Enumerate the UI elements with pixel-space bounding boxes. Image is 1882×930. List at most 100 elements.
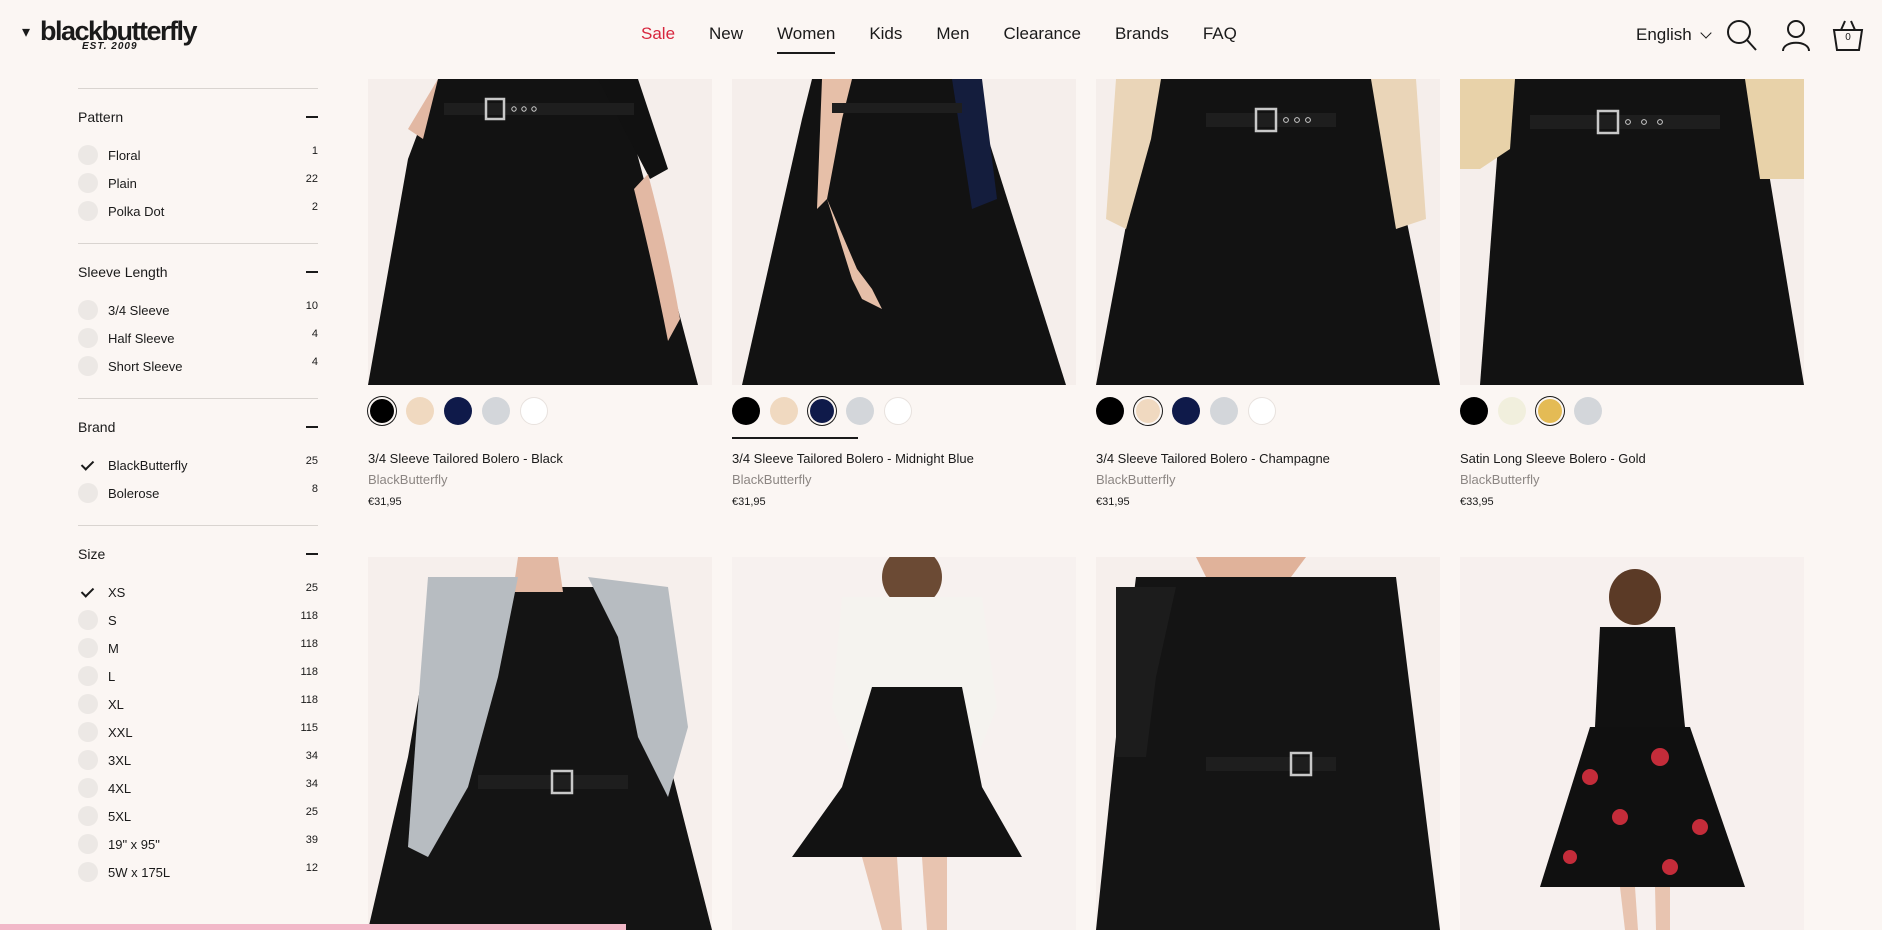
swatch-grey[interactable]	[1574, 397, 1602, 425]
filter-option[interactable]: XL 118	[78, 690, 318, 718]
swatch-cream[interactable]	[1498, 397, 1526, 425]
site-logo[interactable]: ▾ blackbutterfly EST. 2009	[22, 16, 222, 56]
search-icon[interactable]	[1726, 18, 1758, 52]
filter-option[interactable]: M 118	[78, 634, 318, 662]
collapse-icon[interactable]	[306, 426, 318, 428]
product-image[interactable]	[1460, 557, 1804, 930]
checkbox[interactable]	[78, 145, 98, 165]
checkbox[interactable]	[78, 834, 98, 854]
checkbox[interactable]	[78, 694, 98, 714]
product-card[interactable]	[1096, 557, 1440, 930]
checkbox[interactable]	[78, 201, 98, 221]
nav-men[interactable]: Men	[936, 24, 969, 52]
checkbox[interactable]	[78, 300, 98, 320]
checkbox[interactable]	[78, 638, 98, 658]
swatch-grey[interactable]	[1210, 397, 1238, 425]
swatch-champagne[interactable]	[770, 397, 798, 425]
swatch-white[interactable]	[520, 397, 548, 425]
filter-header-brand[interactable]: Brand	[78, 417, 318, 437]
filter-option[interactable]: Polka Dot 2	[78, 197, 318, 225]
filter-option[interactable]: Floral 1	[78, 141, 318, 169]
collapse-icon[interactable]	[306, 116, 318, 118]
product-card[interactable]: 3/4 Sleeve Tailored Bolero - Champagne B…	[1096, 79, 1440, 508]
nav-sale[interactable]: Sale	[641, 24, 675, 52]
swatch-gold[interactable]	[1538, 399, 1562, 423]
swatch-midnight-blue[interactable]	[444, 397, 472, 425]
product-card[interactable]: Satin Long Sleeve Bolero - Gold BlackBut…	[1460, 79, 1804, 508]
product-name[interactable]: 3/4 Sleeve Tailored Bolero - Champagne	[1096, 451, 1440, 466]
filter-option[interactable]: Plain 22	[78, 169, 318, 197]
swatch-grey[interactable]	[482, 397, 510, 425]
language-selector[interactable]: English	[1636, 25, 1712, 45]
filter-option-label: S	[108, 612, 117, 628]
filter-option[interactable]: 3/4 Sleeve 10	[78, 296, 318, 324]
filter-header-size[interactable]: Size	[78, 544, 318, 564]
product-card[interactable]: 3/4 Sleeve Tailored Bolero - Midnight Bl…	[732, 79, 1076, 508]
checkbox[interactable]	[78, 750, 98, 770]
product-image[interactable]	[1096, 557, 1440, 930]
filter-option[interactable]: XS 25	[78, 578, 318, 606]
filter-option[interactable]: 19" x 95" 39	[78, 830, 318, 858]
filter-option[interactable]: Half Sleeve 4	[78, 324, 318, 352]
checkbox[interactable]	[78, 862, 98, 882]
nav-kids[interactable]: Kids	[869, 24, 902, 52]
swatch-champagne[interactable]	[1136, 399, 1160, 423]
filter-option[interactable]: 3XL 34	[78, 746, 318, 774]
product-image[interactable]	[732, 79, 1076, 385]
swatch-black[interactable]	[1460, 397, 1488, 425]
nav-clearance[interactable]: Clearance	[1003, 24, 1081, 52]
swatch-midnight-blue[interactable]	[810, 399, 834, 423]
nav-women[interactable]: Women	[777, 24, 836, 54]
swatch-black[interactable]	[370, 399, 394, 423]
checkbox[interactable]	[78, 778, 98, 798]
filter-option[interactable]: 5XL 25	[78, 802, 318, 830]
checkbox[interactable]	[78, 610, 98, 630]
swatch-midnight-blue[interactable]	[1172, 397, 1200, 425]
nav-new[interactable]: New	[709, 24, 743, 52]
filter-option[interactable]: 5W x 175L 12	[78, 858, 318, 886]
collapse-icon[interactable]	[306, 271, 318, 273]
product-name[interactable]: Satin Long Sleeve Bolero - Gold	[1460, 451, 1804, 466]
product-image[interactable]	[368, 557, 712, 930]
checkbox[interactable]	[78, 173, 98, 193]
swatch-grey[interactable]	[846, 397, 874, 425]
product-name[interactable]: 3/4 Sleeve Tailored Bolero - Midnight Bl…	[732, 451, 1076, 466]
product-name[interactable]: 3/4 Sleeve Tailored Bolero - Black	[368, 451, 712, 466]
account-icon[interactable]	[1780, 18, 1812, 52]
checkbox-checked[interactable]	[78, 455, 98, 475]
checkbox[interactable]	[78, 328, 98, 348]
filter-option[interactable]: XXL 115	[78, 718, 318, 746]
product-image[interactable]	[732, 557, 1076, 930]
basket-icon[interactable]: 0	[1832, 18, 1864, 52]
filter-header-sleeve-length[interactable]: Sleeve Length	[78, 262, 318, 282]
filter-option[interactable]: BlackButterfly 25	[78, 451, 318, 479]
filter-option[interactable]: L 118	[78, 662, 318, 690]
product-image[interactable]	[1460, 79, 1804, 385]
swatch-champagne[interactable]	[406, 397, 434, 425]
checkbox[interactable]	[78, 722, 98, 742]
product-image[interactable]	[1096, 79, 1440, 385]
nav-faq[interactable]: FAQ	[1203, 24, 1237, 52]
nav-brands[interactable]: Brands	[1115, 24, 1169, 52]
hover-underline	[732, 437, 858, 439]
checkbox[interactable]	[78, 806, 98, 826]
collapse-icon[interactable]	[306, 553, 318, 555]
checkbox[interactable]	[78, 483, 98, 503]
checkbox[interactable]	[78, 666, 98, 686]
filter-option[interactable]: Short Sleeve 4	[78, 352, 318, 380]
product-card[interactable]	[1460, 557, 1804, 930]
filter-option[interactable]: S 118	[78, 606, 318, 634]
product-image[interactable]	[368, 79, 712, 385]
swatch-black[interactable]	[732, 397, 760, 425]
product-card[interactable]	[732, 557, 1076, 930]
product-card[interactable]	[368, 557, 712, 930]
filter-header-pattern[interactable]: Pattern	[78, 107, 318, 127]
filter-option[interactable]: Bolerose 8	[78, 479, 318, 507]
checkbox[interactable]	[78, 356, 98, 376]
checkbox-checked[interactable]	[78, 582, 98, 602]
swatch-black[interactable]	[1096, 397, 1124, 425]
swatch-white[interactable]	[1248, 397, 1276, 425]
swatch-white[interactable]	[884, 397, 912, 425]
filter-option[interactable]: 4XL 34	[78, 774, 318, 802]
product-card[interactable]: 3/4 Sleeve Tailored Bolero - Black Black…	[368, 79, 712, 508]
